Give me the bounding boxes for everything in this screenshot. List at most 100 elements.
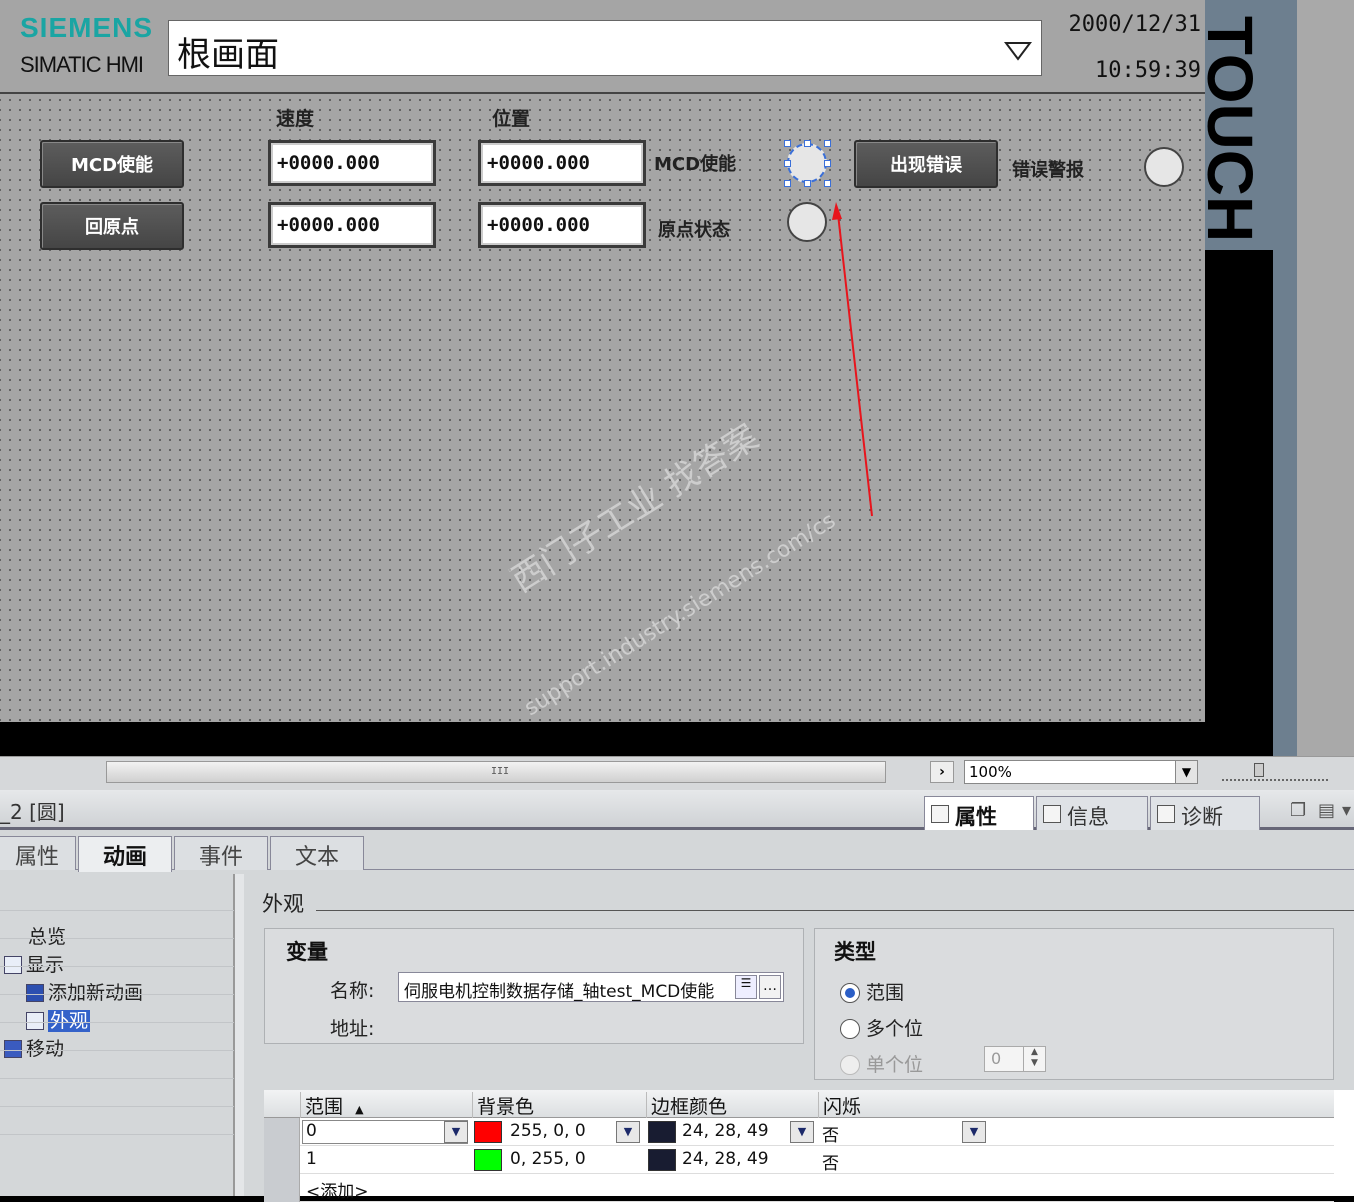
border-color-swatch[interactable] — [648, 1149, 676, 1171]
home-button[interactable]: 回原点 — [40, 202, 184, 250]
hmi-screen-canvas[interactable]: SIEMENS SIMATIC HMI 根画面 2000/12/31 10:59… — [0, 0, 1205, 722]
tab-diagnostics[interactable]: 诊断 — [1150, 796, 1260, 830]
type-radio-range[interactable]: 范围 — [840, 978, 904, 1005]
variable-group-title: 变量 — [286, 940, 328, 964]
table-row[interactable]: 0 ▼ 255, 0, 0 ▼ 24, 28, 49 ▼ 否 ▼ — [264, 1118, 1334, 1146]
add-row-label[interactable]: <添加> — [306, 1177, 369, 1202]
row-header[interactable] — [264, 1118, 300, 1146]
tag-list-icon[interactable]: ☰ — [735, 975, 757, 999]
chevron-down-icon[interactable]: ▼ — [962, 1121, 986, 1143]
selection-handle[interactable] — [784, 160, 791, 167]
home-state-indicator-circle[interactable] — [787, 202, 827, 242]
type-radio-single-bit[interactable]: 单个位 — [840, 1050, 923, 1077]
position-field-1[interactable]: +0000.000 — [478, 140, 646, 186]
chevron-down-icon[interactable]: ▼ — [616, 1121, 640, 1143]
hmi-header: SIEMENS SIMATIC HMI 根画面 2000/12/31 10:59… — [0, 0, 1205, 94]
subtab-texts[interactable]: 文本 — [270, 836, 364, 870]
tab-info[interactable]: 信息 — [1036, 796, 1148, 830]
type-radio-multiple-bits-label: 多个位 — [866, 1018, 924, 1040]
chevron-down-icon[interactable]: ▼ — [444, 1121, 468, 1143]
tab-properties[interactable]: 属性 — [924, 796, 1034, 830]
restore-window-icon[interactable]: ❐ — [1290, 800, 1306, 821]
bezel-edge — [1273, 0, 1297, 756]
section-divider — [316, 910, 1354, 911]
range-table: 范围 ▲ 背景色 边框颜色 闪烁 0 ▼ 255, 0, 0 ▼ 24, 28,… — [264, 1090, 1354, 1202]
table-row-add[interactable]: <添加> — [264, 1174, 1334, 1202]
tree-item-overview-label: 总览 — [28, 926, 67, 948]
border-color-value: 24, 28, 49 — [682, 1121, 769, 1141]
subtab-events[interactable]: 事件 — [174, 836, 268, 870]
tab-info-label: 信息 — [1067, 805, 1109, 829]
border-color-swatch[interactable] — [648, 1121, 676, 1143]
tree-item-appearance-label: 外观 — [48, 1010, 91, 1032]
variable-address-label: 地址: — [330, 1018, 375, 1040]
tree-item-add-animation[interactable]: 添加新动画 — [26, 978, 143, 1006]
error-button[interactable]: 出现错误 — [854, 140, 998, 188]
chevron-down-icon[interactable]: ▼ — [1175, 761, 1197, 783]
screen-selector[interactable]: 根画面 — [168, 20, 1042, 76]
row-header[interactable] — [264, 1146, 300, 1174]
background-color-value: 255, 0, 0 — [510, 1121, 586, 1141]
position-field-2[interactable]: +0000.000 — [478, 202, 646, 248]
selection-handle[interactable] — [824, 180, 831, 187]
selection-handle[interactable] — [804, 140, 811, 147]
header-blink[interactable]: 闪烁 — [818, 1092, 990, 1118]
background-color-swatch[interactable] — [474, 1149, 502, 1171]
background-color-swatch[interactable] — [474, 1121, 502, 1143]
type-radio-multiple-bits[interactable]: 多个位 — [840, 1014, 923, 1041]
error-alarm-label: 错误警报 — [1012, 160, 1084, 181]
header-background-color[interactable]: 背景色 — [472, 1092, 646, 1118]
selection-handle[interactable] — [784, 140, 791, 147]
selection-handle[interactable] — [804, 180, 811, 187]
border-color-value: 24, 28, 49 — [682, 1149, 769, 1169]
hmi-time: 10:59:39 — [1095, 58, 1201, 83]
zoom-value: 100% — [969, 763, 1012, 781]
header-range[interactable]: 范围 ▲ — [300, 1092, 472, 1118]
tree-item-display[interactable]: 显示 — [4, 950, 64, 978]
zoom-level-select[interactable]: 100% ▼ — [964, 760, 1198, 784]
row-header[interactable] — [264, 1174, 300, 1202]
mcd-enable-button[interactable]: MCD使能 — [40, 140, 184, 188]
spin-arrows-icon[interactable]: ▲ ▼ — [1023, 1047, 1045, 1071]
chevron-right-icon[interactable]: › — [930, 761, 954, 783]
subtab-properties[interactable]: 属性 — [0, 836, 76, 870]
chevron-down-icon[interactable]: ▼ — [790, 1121, 814, 1143]
tree-divider — [0, 1050, 234, 1051]
radio-selected-icon — [840, 983, 860, 1003]
chevron-down-icon[interactable]: ▾ — [1342, 800, 1351, 821]
bit-number-value: 0 — [991, 1049, 1002, 1068]
error-alarm-indicator-circle[interactable] — [1144, 147, 1184, 187]
inspector-title-bar: _2 [圆] 属性 信息 诊断 ❐ ▤ ▾ — [0, 790, 1354, 830]
zoom-slider-thumb[interactable] — [1254, 763, 1264, 777]
panel-splitter[interactable] — [234, 874, 244, 1196]
variable-name-field[interactable]: 伺服电机控制数据存储_轴test_MCD使能 ☰ … — [398, 972, 784, 1002]
tree-divider — [0, 1022, 234, 1023]
tree-item-appearance[interactable]: 外观 — [26, 1006, 91, 1034]
selection-handle[interactable] — [824, 140, 831, 147]
touch-brand-text: TOUCH — [1194, 15, 1267, 243]
range-value: 1 — [306, 1149, 317, 1169]
browse-button[interactable]: … — [759, 975, 781, 999]
tree-item-overview[interactable]: 总览 — [28, 922, 66, 950]
simatic-hmi-label: SIMATIC HMI — [20, 52, 144, 77]
tree-item-display-label: 显示 — [26, 954, 65, 976]
layout-icon[interactable]: ▤ — [1318, 800, 1335, 821]
bit-number-spinner[interactable]: 0 ▲ ▼ — [984, 1046, 1046, 1072]
subtab-animations[interactable]: 动画 — [78, 836, 172, 872]
hmi-date: 2000/12/31 — [1068, 12, 1201, 37]
tree-divider — [0, 1134, 234, 1135]
display-folder-icon — [4, 956, 22, 974]
selection-handle[interactable] — [824, 160, 831, 167]
mcd-enable-indicator-circle[interactable] — [787, 143, 827, 183]
tree-item-move[interactable]: 移动 — [4, 1034, 64, 1062]
tree-divider — [0, 966, 234, 967]
header-border-color[interactable]: 边框颜色 — [646, 1092, 818, 1118]
horizontal-scrollbar[interactable]: III — [106, 761, 886, 783]
background-color-value: 0, 255, 0 — [510, 1149, 586, 1169]
tree-item-add-animation-label: 添加新动画 — [48, 982, 144, 1004]
selection-handle[interactable] — [784, 180, 791, 187]
speed-field-1[interactable]: +0000.000 — [268, 140, 436, 186]
zoom-slider[interactable] — [1222, 763, 1328, 781]
speed-field-2[interactable]: +0000.000 — [268, 202, 436, 248]
table-row[interactable]: 1 0, 255, 0 24, 28, 49 否 — [264, 1146, 1334, 1174]
